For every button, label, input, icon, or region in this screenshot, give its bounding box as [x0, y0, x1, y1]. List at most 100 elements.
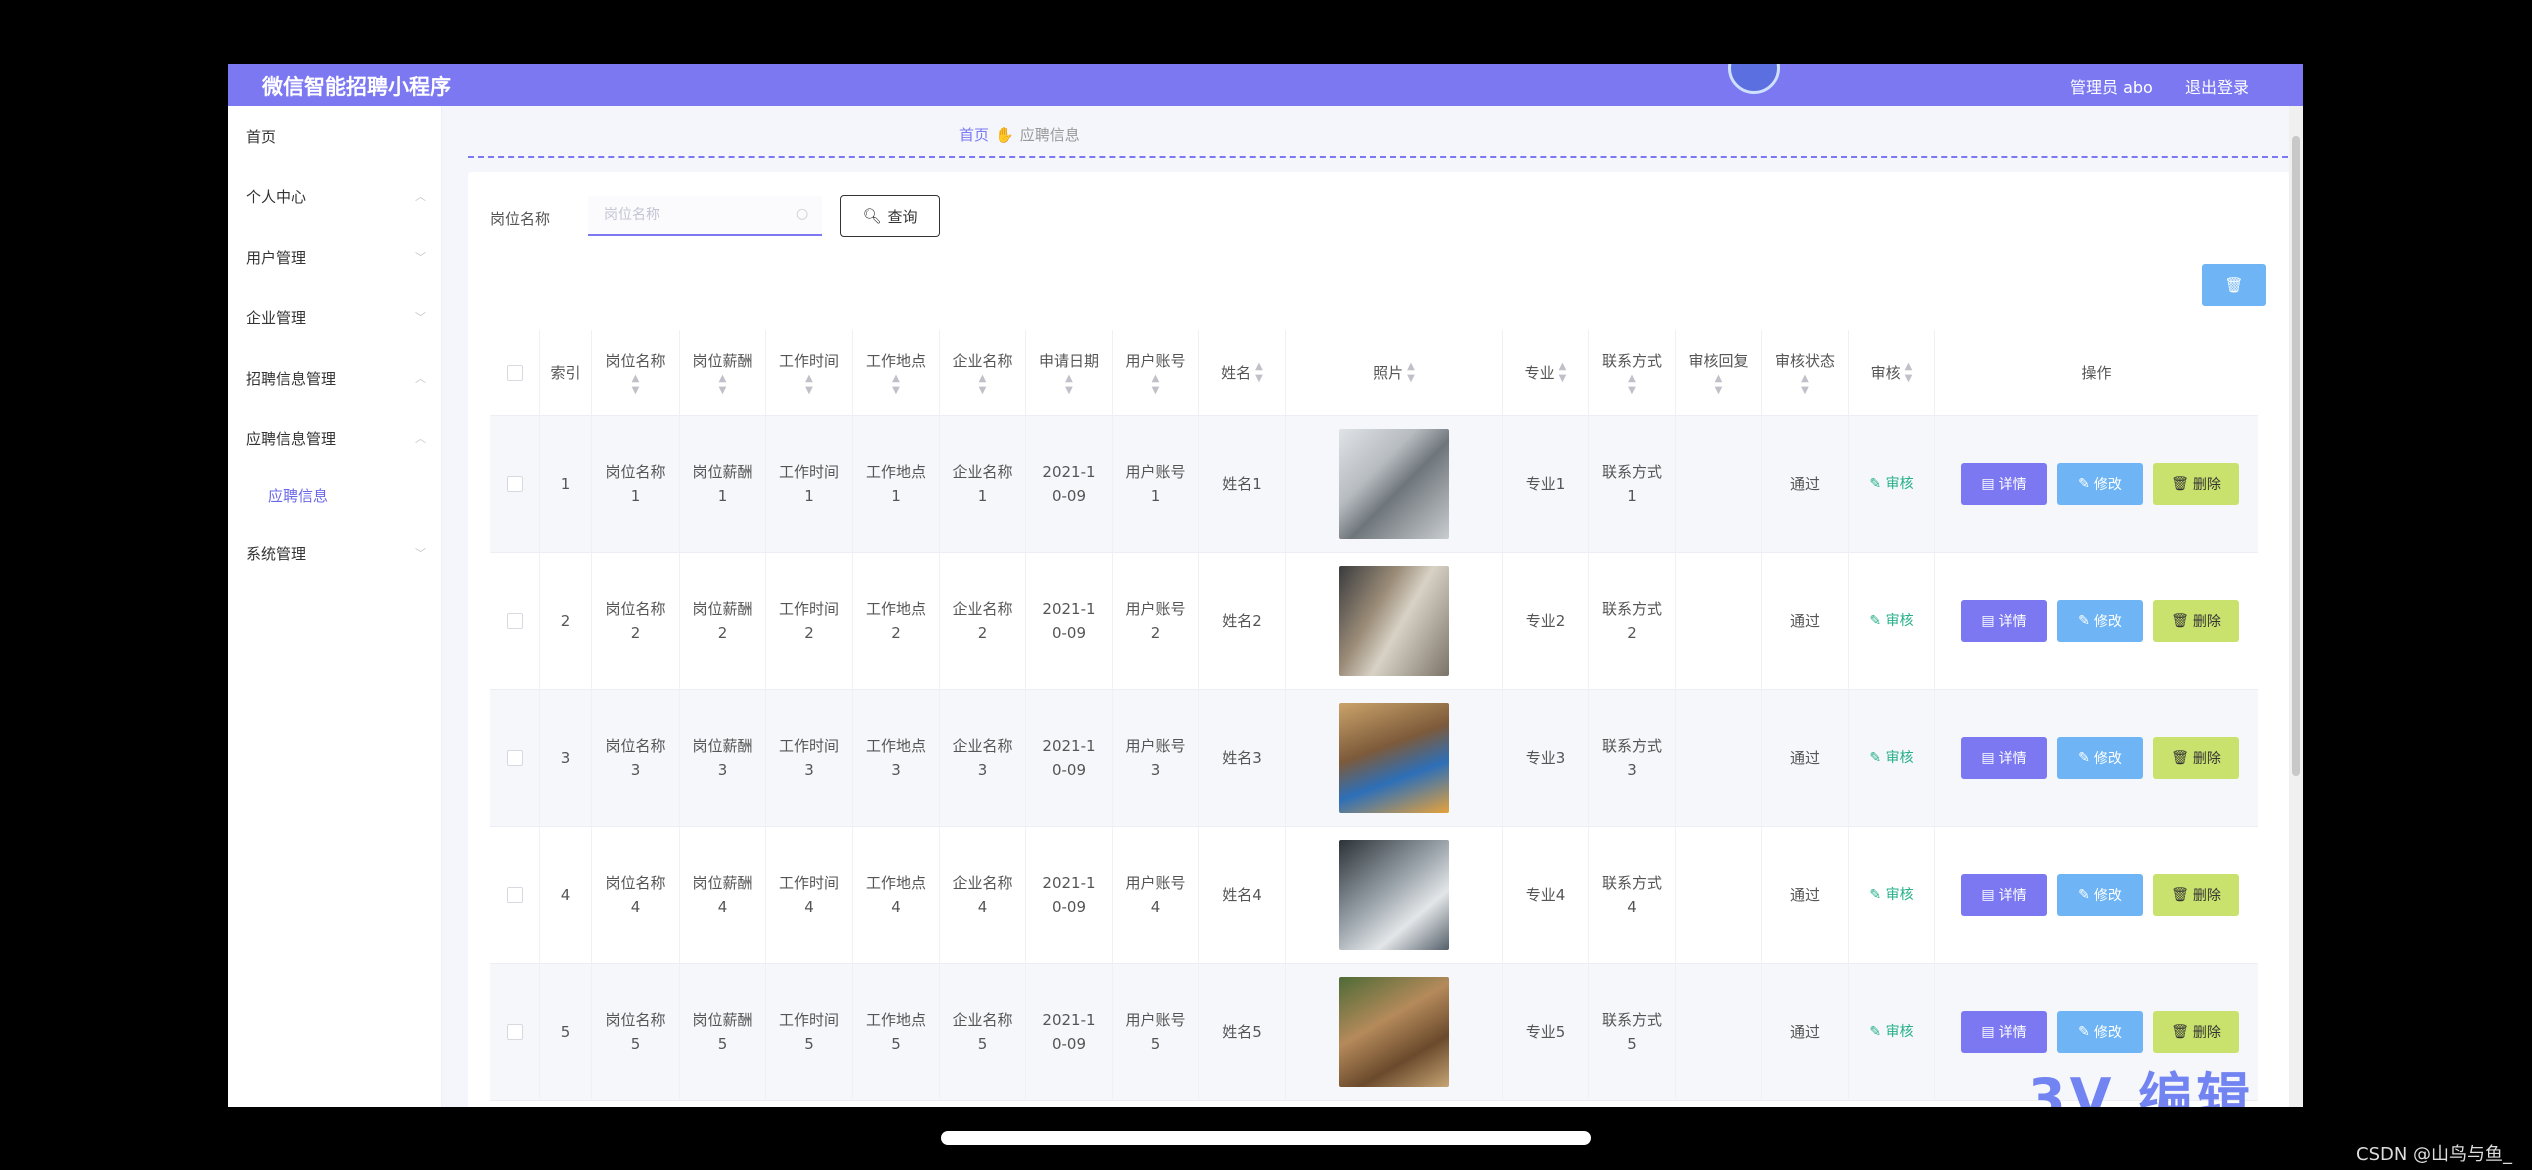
cell-text: 用户账号4	[1125, 874, 1186, 916]
detail-button[interactable]: ▤ 详情	[1961, 737, 2047, 779]
review-link[interactable]: ✎ 审核	[1869, 609, 1913, 633]
query-button[interactable]: 🔍︎ 查询	[840, 195, 940, 237]
cell-reply	[1676, 827, 1762, 963]
delete-button[interactable]: 🗑︎ 删除	[2153, 1011, 2239, 1053]
edit-button[interactable]: ✎ 修改	[2057, 874, 2143, 916]
cell-text: 专业1	[1525, 475, 1566, 493]
table-row[interactable]: 1 岗位名称1 岗位薪酬1 工作时间1 工作地点1 企业名称1 2021-10-09 用户账号…	[490, 416, 2258, 553]
column-header[interactable]: 审核 ▲ ▼	[1849, 330, 1935, 415]
trash-icon: 🗑︎	[2171, 1024, 2189, 1040]
avatar[interactable]	[1728, 64, 1780, 94]
review-link-label: 审核	[1885, 476, 1914, 492]
photo-cell	[1286, 553, 1503, 689]
column-header[interactable]: 姓名 ▲ ▼	[1199, 330, 1286, 415]
row-checkbox[interactable]	[506, 1024, 523, 1040]
sidebar-subitem-application-info[interactable]: 应聘信息	[268, 485, 328, 506]
column-header-label: 岗位名称	[605, 351, 666, 370]
sort-icon: ▲ ▼	[1558, 360, 1567, 384]
scrollbar-thumb[interactable]	[2292, 136, 2300, 776]
delete-button-label: 删除	[2192, 614, 2221, 630]
cell-major: 专业3	[1503, 690, 1589, 826]
detail-button-label: 详情	[1998, 888, 2027, 904]
review-link[interactable]: ✎ 审核	[1869, 1020, 1913, 1044]
detail-button[interactable]: ▤ 详情	[1961, 463, 2047, 505]
review-link[interactable]: ✎ 审核	[1869, 883, 1913, 907]
column-header-label: 申请日期	[1038, 351, 1099, 370]
sidebar-item-applications[interactable]: 应聘信息管理 ︿	[246, 428, 426, 449]
sidebar-item-home[interactable]: 首页	[246, 126, 426, 147]
column-header[interactable]: 企业名称 ▲ ▼	[940, 330, 1026, 415]
column-header[interactable]: 审核状态 ▲ ▼	[1762, 330, 1849, 415]
row-checkbox[interactable]	[506, 476, 523, 492]
delete-button[interactable]: 🗑︎ 删除	[2153, 874, 2239, 916]
cell-text: 1	[560, 475, 571, 493]
cell-text: 企业名称2	[952, 600, 1013, 642]
row-checkbox[interactable]	[506, 887, 523, 903]
sidebar-item-enterprises[interactable]: 企业管理 ﹀	[246, 307, 426, 328]
detail-button[interactable]: ▤ 详情	[1961, 874, 2047, 916]
cell-text: 用户账号5	[1125, 1011, 1186, 1053]
search-icon: ○	[796, 206, 809, 222]
cell-text: 姓名4	[1222, 886, 1262, 904]
column-header-label: 审核状态	[1774, 351, 1835, 370]
column-header[interactable]: 索引	[540, 330, 592, 415]
edit-button-label: 修改	[2093, 477, 2122, 493]
breadcrumb-home[interactable]: 首页	[959, 126, 989, 144]
review-link[interactable]: ✎ 审核	[1869, 472, 1913, 496]
document-icon: ▤	[1981, 613, 1995, 629]
delete-button[interactable]: 🗑︎ 删除	[2153, 737, 2239, 779]
sidebar-item-recruitment[interactable]: 招聘信息管理 ︿	[246, 368, 426, 389]
sidebar-item-system[interactable]: 系统管理 ﹀	[246, 543, 426, 564]
table-row[interactable]: 3 岗位名称3 岗位薪酬3 工作时间3 工作地点3 企业名称3 2021-10-09 用户账号…	[490, 690, 2258, 827]
delete-button[interactable]: 🗑︎ 删除	[2153, 600, 2239, 642]
edit-button-label: 修改	[2093, 888, 2122, 904]
column-header[interactable]: 照片 ▲ ▼	[1286, 330, 1503, 415]
column-header[interactable]: 联系方式 ▲ ▼	[1589, 330, 1676, 415]
edit-button[interactable]: ✎ 修改	[2057, 463, 2143, 505]
photo-thumbnail[interactable]	[1339, 429, 1449, 539]
delete-button-label: 删除	[2192, 1025, 2221, 1041]
table-row[interactable]: 5 岗位名称5 岗位薪酬5 工作时间5 工作地点5 企业名称5 2021-10-09 用户账号…	[490, 964, 2258, 1101]
batch-delete-button[interactable]: 🗑︎	[2202, 264, 2266, 306]
select-all-checkbox[interactable]	[506, 364, 523, 381]
delete-button[interactable]: 🗑︎ 删除	[2153, 463, 2239, 505]
cell-post: 岗位名称2	[592, 553, 680, 689]
column-header[interactable]: 岗位名称 ▲ ▼	[592, 330, 680, 415]
admin-label: 管理员 abo	[2070, 78, 2153, 97]
sidebar-item-personal-center[interactable]: 个人中心 ︿	[246, 186, 426, 207]
column-header[interactable]: 用户账号 ▲ ▼	[1113, 330, 1199, 415]
row-checkbox[interactable]	[506, 613, 523, 629]
cell-post: 岗位名称3	[592, 690, 680, 826]
column-header[interactable]: 工作时间 ▲ ▼	[766, 330, 853, 415]
column-header[interactable]: 审核回复 ▲ ▼	[1676, 330, 1762, 415]
photo-thumbnail[interactable]	[1339, 840, 1449, 950]
sidebar-item-users[interactable]: 用户管理 ﹀	[246, 247, 426, 268]
column-header[interactable]: 专业 ▲ ▼	[1503, 330, 1589, 415]
detail-button[interactable]: ▤ 详情	[1961, 1011, 2047, 1053]
column-header[interactable]: 工作地点 ▲ ▼	[853, 330, 940, 415]
photo-thumbnail[interactable]	[1339, 703, 1449, 813]
edit-button[interactable]: ✎ 修改	[2057, 600, 2143, 642]
sort-icon: ▲ ▼	[1904, 360, 1913, 384]
edit-button[interactable]: ✎ 修改	[2057, 737, 2143, 779]
logout-link[interactable]: 退出登录	[2185, 74, 2249, 98]
table-row[interactable]: 2 岗位名称2 岗位薪酬2 工作时间2 工作地点2 企业名称2 2021-10-09 用户账号…	[490, 553, 2258, 690]
cell-text: 工作时间4	[778, 874, 839, 916]
cell-text: 岗位薪酬4	[692, 874, 753, 916]
photo-thumbnail[interactable]	[1339, 977, 1449, 1087]
column-header-label: 联系方式	[1601, 351, 1662, 370]
photo-thumbnail[interactable]	[1339, 566, 1449, 676]
column-header-label: 审核回复	[1688, 351, 1749, 370]
pencil-icon: ✎	[2078, 613, 2090, 629]
detail-button[interactable]: ▤ 详情	[1961, 600, 2047, 642]
search-input[interactable]	[588, 196, 822, 236]
column-header[interactable]: 申请日期 ▲ ▼	[1026, 330, 1113, 415]
column-header[interactable]: 岗位薪酬 ▲ ▼	[680, 330, 766, 415]
cell-text: 3	[560, 749, 571, 767]
vertical-scrollbar[interactable]	[2289, 106, 2303, 1107]
cell-text: 岗位名称5	[605, 1011, 666, 1053]
review-link[interactable]: ✎ 审核	[1869, 746, 1913, 770]
table-row[interactable]: 4 岗位名称4 岗位薪酬4 工作时间4 工作地点4 企业名称4 2021-10-09 用户账号…	[490, 827, 2258, 964]
edit-button[interactable]: ✎ 修改	[2057, 1011, 2143, 1053]
row-checkbox[interactable]	[506, 750, 523, 766]
